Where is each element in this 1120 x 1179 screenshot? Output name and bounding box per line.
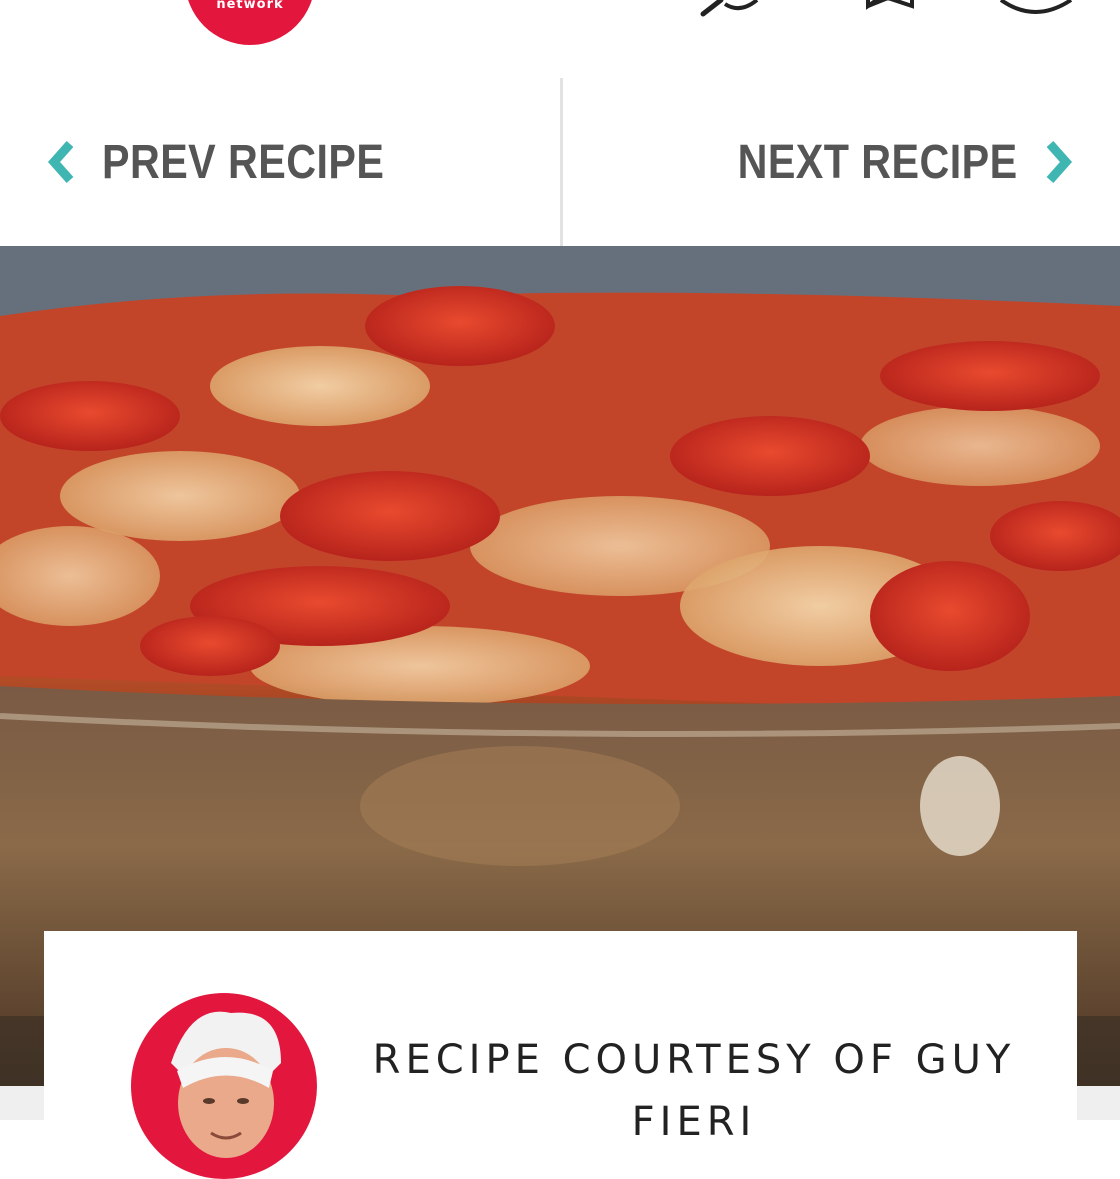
chef-avatar[interactable] bbox=[131, 993, 317, 1179]
recipe-navigation: PREV RECIPE NEXT RECIPE bbox=[0, 78, 1120, 246]
prev-recipe-label: PREV RECIPE bbox=[102, 135, 385, 189]
chevron-right-icon bbox=[1046, 141, 1073, 183]
bookmark-icon[interactable] bbox=[860, 0, 920, 20]
profile-icon[interactable] bbox=[995, 0, 1085, 20]
chevron-left-icon bbox=[47, 141, 74, 183]
prev-recipe-button[interactable]: PREV RECIPE bbox=[44, 78, 430, 246]
chef-portrait bbox=[171, 1011, 281, 1158]
next-recipe-button[interactable]: NEXT RECIPE bbox=[692, 78, 1076, 246]
search-icon[interactable] bbox=[695, 0, 765, 20]
nav-divider bbox=[560, 78, 563, 246]
recipe-courtesy-text: RECIPE COURTESY OF GUY FIERI bbox=[344, 1029, 1044, 1153]
menu-icon[interactable] bbox=[44, 0, 106, 2]
brand-logo[interactable]: network bbox=[185, 0, 315, 45]
next-recipe-label: NEXT RECIPE bbox=[738, 135, 1018, 189]
logo-text: network bbox=[216, 0, 284, 12]
recipe-attribution-card: RECIPE COURTESY OF GUY FIERI bbox=[44, 931, 1077, 1179]
courtesy-line-1: RECIPE COURTESY OF GUY bbox=[372, 1037, 1016, 1083]
courtesy-line-2[interactable]: FIERI bbox=[344, 1091, 1044, 1153]
app-header: network bbox=[0, 0, 1120, 78]
